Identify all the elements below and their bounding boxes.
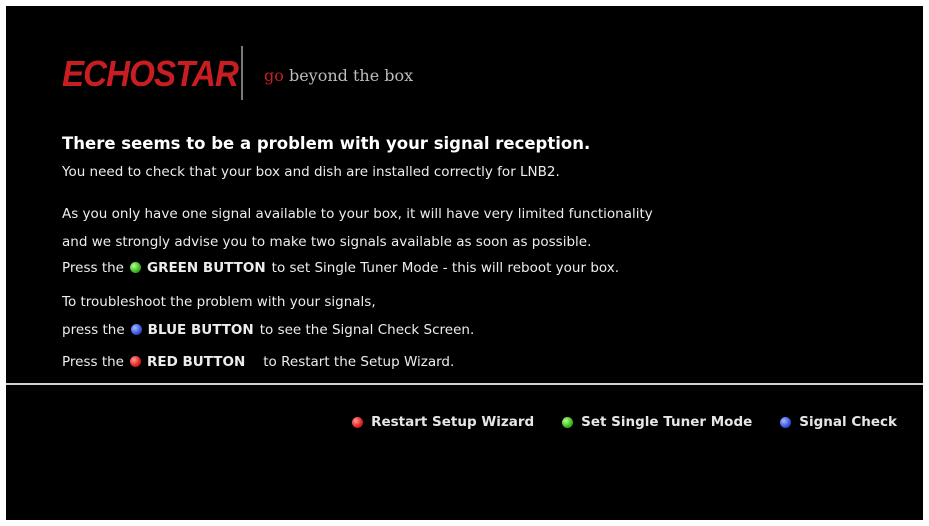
tv-screen: ECHOSTAR go beyond the box There seems t…	[6, 6, 923, 520]
green-instruction-post: to set Single Tuner Mode - this will reb…	[271, 260, 620, 276]
red-button-icon	[129, 356, 141, 367]
set-single-tuner-mode-option[interactable]: Set Single Tuner Mode	[562, 414, 752, 430]
green-button-text: GREEN BUTTON	[146, 260, 266, 276]
message-line-1: You need to check that your box and dish…	[62, 164, 560, 180]
red-button-icon	[352, 416, 364, 428]
blue-button-icon	[780, 416, 792, 428]
message-line-2: As you only have one signal available to…	[62, 206, 653, 222]
echostar-logo: ECHOSTAR	[62, 53, 239, 94]
red-instruction: Press the RED BUTTON to Restart the Setup …	[62, 354, 454, 370]
logo-divider	[241, 46, 243, 100]
tagline-rest: beyond the box	[283, 66, 414, 85]
green-instruction: Press the GREEN BUTTON to set Single Tuner…	[62, 260, 619, 276]
restart-setup-wizard-label: Restart Setup Wizard	[371, 414, 535, 430]
tagline: go beyond the box	[264, 66, 413, 85]
set-single-tuner-mode-label: Set Single Tuner Mode	[581, 414, 753, 430]
footer-separator	[6, 383, 923, 385]
blue-button-icon	[130, 324, 142, 335]
message-line-3: and we strongly advise you to make two s…	[62, 234, 592, 250]
blue-instruction-pre: press the	[62, 322, 125, 338]
error-heading: There seems to be a problem with your si…	[62, 134, 591, 153]
blue-button-text: BLUE BUTTON	[147, 322, 254, 338]
blue-instruction: press the BLUE BUTTON to see the Signal Ch…	[62, 322, 474, 338]
signal-check-option[interactable]: Signal Check	[780, 414, 897, 430]
green-instruction-pre: Press the	[62, 260, 124, 276]
green-button-icon	[129, 262, 141, 273]
green-button-icon	[562, 416, 574, 428]
signal-check-label: Signal Check	[799, 414, 897, 430]
red-instruction-pre: Press the	[62, 354, 124, 370]
red-button-text: RED BUTTON	[146, 354, 246, 370]
troubleshoot-line: To troubleshoot the problem with your si…	[62, 294, 376, 310]
red-instruction-post: to Restart the Setup Wizard.	[263, 354, 455, 370]
tagline-go: go	[264, 66, 284, 85]
restart-setup-wizard-option[interactable]: Restart Setup Wizard	[352, 414, 534, 430]
blue-instruction-post: to see the Signal Check Screen.	[259, 322, 475, 338]
footer-button-bar: Restart Setup Wizard Set Single Tuner Mo…	[324, 414, 897, 430]
